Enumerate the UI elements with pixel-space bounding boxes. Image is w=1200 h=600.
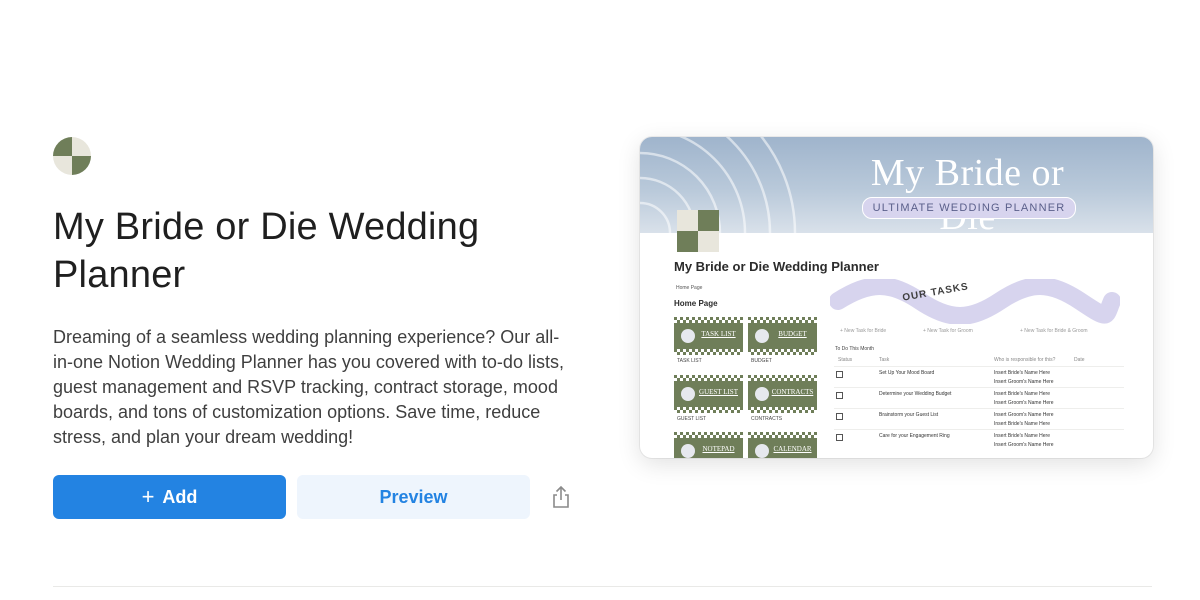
tile-label: BUDGET — [778, 330, 807, 338]
column-header: Status — [838, 357, 853, 363]
new-task-link: + New Task for Bride & Groom — [1020, 328, 1088, 334]
template-title: My Bride or Die Wedding Planner — [53, 206, 480, 296]
todo-view-tab: To Do This Month — [835, 346, 875, 352]
tile-guest-list: GUEST LIST — [674, 375, 743, 413]
tile-notepad: NOTEPAD — [674, 432, 743, 458]
preview-button-label: Preview — [379, 486, 448, 507]
table-row: Brainstorm your Guest List Insert Groom'… — [834, 408, 1124, 430]
new-task-link: + New Task for Bride — [840, 328, 887, 334]
banner-subtitle: ULTIMATE WEDDING PLANNER — [862, 197, 1076, 219]
add-button-label: Add — [162, 486, 198, 507]
tile-caption: CONTRACTS — [751, 416, 783, 422]
tile-label: GUEST LIST — [699, 388, 738, 396]
tile-budget: BUDGET — [748, 317, 817, 355]
page-icon — [677, 210, 719, 252]
plus-icon: + — [141, 484, 155, 509]
template-preview[interactable]: My Bride or Die ULTIMATE WEDDING PLANNER… — [640, 137, 1153, 458]
tasks-wave-decoration — [830, 279, 1120, 324]
tile-caption: TASK LIST — [677, 358, 702, 364]
section-heading: Home Page — [674, 299, 718, 308]
divider — [53, 586, 1152, 587]
share-icon[interactable] — [550, 485, 572, 509]
tile-contracts: CONTRACTS — [748, 375, 817, 413]
tile-calendar: CALENDAR — [748, 432, 817, 458]
banner-title: My Bride or Die — [870, 152, 1065, 233]
tile-label: TASK LIST — [701, 330, 736, 338]
tile-label: CONTRACTS — [771, 388, 814, 396]
tile-caption: BUDGET — [751, 358, 772, 364]
table-row: Set Up Your Mood Board Insert Bride's Na… — [834, 366, 1124, 388]
table-row: Care for your Engagement Ring Insert Bri… — [834, 429, 1124, 451]
tile-task-list: TASK LIST — [674, 317, 743, 355]
action-bar: + Add Preview — [53, 475, 572, 519]
tile-caption: GUEST LIST — [677, 416, 707, 422]
tile-label: CALENDAR — [773, 445, 812, 453]
preview-button[interactable]: Preview — [297, 475, 530, 519]
column-header: Date — [1074, 357, 1085, 363]
table-row: Determine your Wedding Budget Insert Bri… — [834, 387, 1124, 409]
template-description: Dreaming of a seamless wedding planning … — [53, 327, 564, 447]
column-header: Who is responsible for this? — [994, 357, 1056, 363]
breadcrumb: Home Page — [676, 285, 703, 291]
add-button[interactable]: + Add — [53, 475, 286, 519]
checker-tile-icon — [53, 137, 91, 175]
preview-page-title: My Bride or Die Wedding Planner — [674, 259, 879, 274]
tile-label: NOTEPAD — [702, 445, 735, 453]
new-task-link: + New Task for Groom — [923, 328, 973, 334]
column-header: Task — [879, 357, 890, 363]
template-info: My Bride or Die Wedding Planner Dreaming… — [53, 137, 573, 450]
